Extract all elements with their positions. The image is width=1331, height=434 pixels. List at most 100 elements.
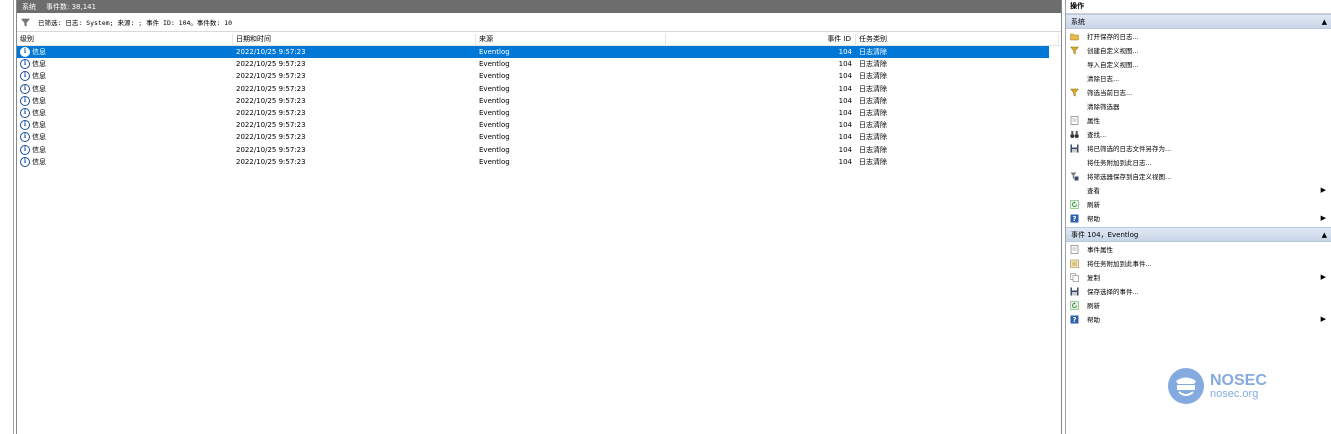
datetime-cell: 2022/10/25 9:57:23 xyxy=(236,145,306,154)
table-row[interactable]: i 信息 2022/10/25 9:57:23 Eventlog 104 日志清除 xyxy=(17,156,1049,168)
nosec-watermark: NOSEC nosec.org xyxy=(1166,366,1267,406)
table-row[interactable]: i 信息 2022/10/25 9:57:23 Eventlog 104 日志清除 xyxy=(17,144,1049,156)
level-text: 信息 xyxy=(32,157,46,166)
submenu-arrow-icon: ▶ xyxy=(1320,186,1326,194)
table-row[interactable]: i 信息 2022/10/25 9:57:23 Eventlog 104 日志清除 xyxy=(17,83,1049,95)
table-row[interactable]: i 信息 2022/10/25 9:57:23 Eventlog 104 日志清除 xyxy=(17,46,1049,59)
action-label: 保存选择的事件... xyxy=(1087,288,1139,296)
datetime-cell: 2022/10/25 9:57:23 xyxy=(236,48,306,56)
action-item[interactable]: 筛选当前日志... xyxy=(1066,85,1331,99)
actions-section-system[interactable]: 系统 ▲ xyxy=(1066,14,1331,29)
event-count: 事件数: 38,141 xyxy=(46,2,97,11)
info-icon: i xyxy=(20,107,30,118)
table-row[interactable]: i 信息 2022/10/25 9:57:23 Eventlog 104 日志清除 xyxy=(17,107,1049,119)
column-header-event-id[interactable]: 事件 ID xyxy=(666,34,856,45)
info-icon: i xyxy=(20,83,30,94)
column-header-task-category[interactable]: 任务类别 xyxy=(856,34,1059,45)
action-item[interactable]: 查找... xyxy=(1066,127,1331,141)
column-header-datetime[interactable]: 日期和时间 xyxy=(233,34,476,45)
info-icon: i xyxy=(20,95,30,106)
action-label: 刷新 xyxy=(1087,201,1100,209)
level-text: 信息 xyxy=(32,133,46,142)
task-category-cell: 日志清除 xyxy=(859,108,887,117)
level-cell: i 信息 xyxy=(17,156,233,168)
filter-funnel-icon xyxy=(21,18,30,27)
action-item[interactable]: 将已筛选的日志文件另存为... xyxy=(1066,141,1331,155)
save-icon xyxy=(1070,287,1079,296)
event-id-cell: 104 xyxy=(838,157,852,166)
actions-title: 操作 xyxy=(1066,0,1331,14)
event-id-cell: 104 xyxy=(838,133,852,142)
action-item[interactable]: ? 帮助 ▶ xyxy=(1066,211,1331,225)
action-item[interactable]: 属性 xyxy=(1066,113,1331,127)
open-folder-icon xyxy=(1070,32,1079,41)
info-icon: i xyxy=(20,144,30,155)
action-label: 刷新 xyxy=(1087,302,1100,310)
action-item[interactable]: 复制 ▶ xyxy=(1066,270,1331,284)
column-header-level[interactable]: 级别 xyxy=(17,34,233,45)
level-text: 信息 xyxy=(32,121,46,130)
table-body: i 信息 2022/10/25 9:57:23 Eventlog 104 日志清除 i 信息 2… xyxy=(17,46,1049,168)
log-title-bar: 系统 事件数: 38,141 xyxy=(17,0,1061,13)
action-item[interactable]: 导入自定义视图... xyxy=(1066,57,1331,71)
refresh-icon xyxy=(1070,300,1079,310)
datetime-cell: 2022/10/25 9:57:23 xyxy=(236,133,306,142)
action-item[interactable]: 事件属性 xyxy=(1066,242,1331,256)
event-list-pane: 系统 事件数: 38,141 已筛选: 日志: System; 来源: ; 事件… xyxy=(16,0,1062,434)
action-item[interactable]: 创建自定义视图... xyxy=(1066,43,1331,57)
actions-list-event: 事件属性 将任务附加到此事件... 复制 ▶ 保存选择的事件... 刷新? 帮助 ▶ xyxy=(1066,242,1331,326)
action-item[interactable]: 刷新 xyxy=(1066,298,1331,312)
collapse-icon[interactable]: ▲ xyxy=(1322,18,1327,26)
action-item[interactable]: 将任务附加到此日志... xyxy=(1066,155,1331,169)
blank-icon xyxy=(1070,186,1079,195)
datetime-cell: 2022/10/25 9:57:23 xyxy=(236,84,306,93)
level-cell: i 信息 xyxy=(17,46,233,58)
events-table: 级别 日期和时间 来源 事件 ID 任务类别 i 信息 2022/10/25 9:5… xyxy=(17,34,1061,168)
section-title: 系统 xyxy=(1071,17,1085,26)
level-cell: i 信息 xyxy=(17,131,233,143)
table-row[interactable]: i 信息 2022/10/25 9:57:23 Eventlog 104 日志清除 xyxy=(17,70,1049,82)
table-row[interactable]: i 信息 2022/10/25 9:57:23 Eventlog 104 日志清除 xyxy=(17,58,1049,70)
level-cell: i 信息 xyxy=(17,70,233,82)
table-row[interactable]: i 信息 2022/10/25 9:57:23 Eventlog 104 日志清除 xyxy=(17,119,1049,131)
action-item[interactable]: 清除日志... xyxy=(1066,71,1331,85)
filter-description: 已筛选: 日志: System; 来源: ; 事件 ID: 104。事件数: 1… xyxy=(38,19,233,27)
help-icon: ? xyxy=(1070,214,1079,223)
actions-section-event[interactable]: 事件 104，Eventlog ▲ xyxy=(1066,227,1331,242)
task-category-cell: 日志清除 xyxy=(859,72,887,81)
blank-icon xyxy=(1070,60,1079,69)
action-item[interactable]: 将筛选器保存到自定义视图... xyxy=(1066,169,1331,183)
task-category-cell: 日志清除 xyxy=(859,60,887,69)
level-text: 信息 xyxy=(32,48,46,56)
action-item[interactable]: 将任务附加到此事件... xyxy=(1066,256,1331,270)
action-item[interactable]: ? 帮助 ▶ xyxy=(1066,312,1331,326)
save-icon xyxy=(1070,144,1079,153)
level-cell: i 信息 xyxy=(17,107,233,119)
action-item[interactable]: 查看 ▶ xyxy=(1066,183,1331,197)
table-row[interactable]: i 信息 2022/10/25 9:57:23 Eventlog 104 日志清除 xyxy=(17,95,1049,107)
collapse-icon[interactable]: ▲ xyxy=(1322,231,1327,239)
properties-icon xyxy=(1070,244,1079,254)
source-cell: Eventlog xyxy=(479,157,510,166)
event-id-cell: 104 xyxy=(838,48,852,56)
submenu-arrow-icon: ▶ xyxy=(1320,315,1326,323)
source-cell: Eventlog xyxy=(479,60,510,69)
info-icon: i xyxy=(20,156,30,167)
table-row[interactable]: i 信息 2022/10/25 9:57:23 Eventlog 104 日志清除 xyxy=(17,131,1049,143)
action-item[interactable]: 保存选择的事件... xyxy=(1066,284,1331,298)
action-item[interactable]: 打开保存的日志... xyxy=(1066,29,1331,43)
column-header-source[interactable]: 来源 xyxy=(476,34,666,45)
source-cell: Eventlog xyxy=(479,121,510,130)
level-cell: i 信息 xyxy=(17,58,233,70)
action-label: 帮助 xyxy=(1087,316,1100,324)
action-item[interactable]: 清除筛选器 xyxy=(1066,99,1331,113)
action-label: 将筛选器保存到自定义视图... xyxy=(1087,173,1172,181)
watermark-site: nosec.org xyxy=(1210,387,1259,400)
action-item[interactable]: 刷新 xyxy=(1066,197,1331,211)
info-icon: i xyxy=(20,59,30,70)
blank-icon xyxy=(1070,158,1079,167)
task-category-cell: 日志清除 xyxy=(859,84,887,93)
info-icon: i xyxy=(20,47,30,57)
source-cell: Eventlog xyxy=(479,96,510,105)
task-category-cell: 日志清除 xyxy=(859,48,887,56)
